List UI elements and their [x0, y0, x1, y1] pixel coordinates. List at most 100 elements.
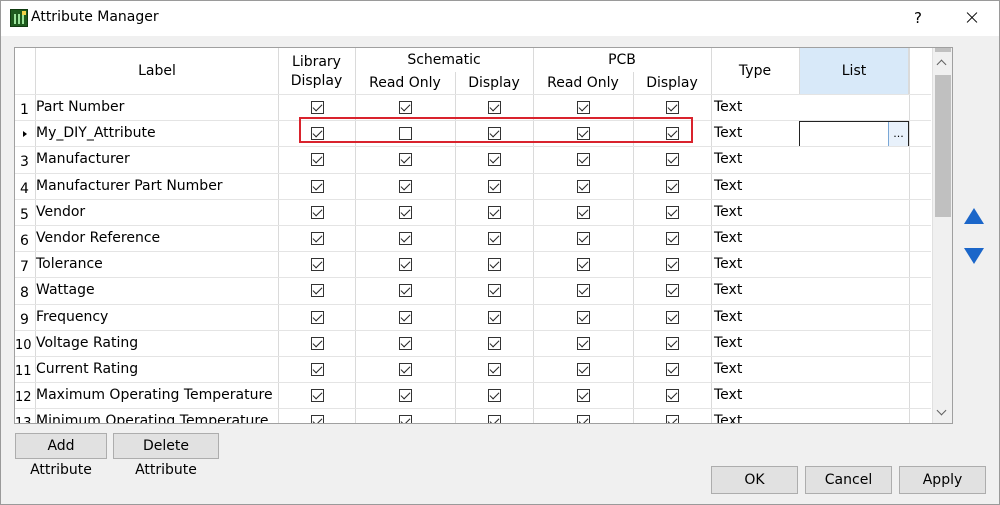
apply-button[interactable]: Apply [899, 466, 986, 494]
pcb-display-checkbox[interactable] [666, 101, 679, 114]
schematic-display-checkbox[interactable] [488, 205, 501, 219]
pcb-read-only-checkbox[interactable] [577, 179, 590, 193]
library-display-checkbox[interactable] [311, 258, 324, 272]
table-row[interactable]: 3 Manufacturer Text [15, 146, 931, 172]
move-down-arrow-icon[interactable] [961, 244, 987, 270]
schematic-read-only-checkbox[interactable] [399, 284, 412, 298]
pcb-display-checkbox[interactable] [666, 336, 679, 350]
library-display-checkbox[interactable] [311, 205, 324, 219]
schematic-display-checkbox[interactable] [488, 232, 501, 245]
schematic-read-only-checkbox[interactable] [399, 310, 412, 324]
schematic-read-only-checkbox[interactable] [399, 258, 412, 272]
schematic-display-checkbox[interactable] [488, 101, 501, 114]
move-up-arrow-icon[interactable] [961, 204, 987, 230]
pcb-display-checkbox[interactable] [666, 415, 679, 423]
pcb-display-checkbox[interactable] [666, 232, 679, 245]
pcb-display-checkbox[interactable] [666, 284, 679, 298]
header-pcb-read-only[interactable]: Read Only [533, 75, 633, 91]
pcb-read-only-checkbox[interactable] [577, 389, 590, 403]
library-display-checkbox[interactable] [311, 153, 324, 167]
attribute-label[interactable]: Part Number [36, 95, 124, 121]
attribute-label[interactable]: Voltage Rating [36, 331, 138, 357]
schematic-read-only-checkbox[interactable] [399, 232, 412, 245]
attribute-label[interactable]: Vendor Reference [36, 226, 160, 252]
schematic-read-only-checkbox[interactable] [399, 415, 412, 423]
header-label[interactable]: Label [36, 63, 278, 79]
attribute-type[interactable]: Text [714, 226, 742, 252]
cancel-button[interactable]: Cancel [805, 466, 892, 494]
schematic-read-only-checkbox[interactable] [399, 179, 412, 193]
library-display-checkbox[interactable] [311, 389, 324, 403]
pcb-read-only-checkbox[interactable] [577, 336, 590, 350]
schematic-display-checkbox[interactable] [488, 127, 501, 141]
pcb-read-only-checkbox[interactable] [577, 101, 590, 114]
table-row[interactable]: 11 Current Rating Text [15, 356, 931, 382]
schematic-display-checkbox[interactable] [488, 389, 501, 403]
pcb-display-checkbox[interactable] [666, 389, 679, 403]
schematic-read-only-checkbox[interactable] [399, 205, 412, 219]
pcb-read-only-checkbox[interactable] [577, 127, 590, 141]
attribute-type[interactable]: Text [714, 121, 742, 147]
pcb-display-checkbox[interactable] [666, 310, 679, 324]
table-row[interactable]: 13 Minimum Operating Temperature Text [15, 408, 931, 423]
library-display-checkbox[interactable] [311, 179, 324, 193]
pcb-display-checkbox[interactable] [666, 205, 679, 219]
header-list[interactable]: List [799, 48, 909, 94]
pcb-display-checkbox[interactable] [666, 127, 679, 141]
vertical-scrollbar[interactable] [932, 48, 952, 423]
header-library-display-line2[interactable]: Display [278, 73, 355, 89]
table-row[interactable]: My_DIY_Attribute Text... [15, 120, 931, 148]
schematic-display-checkbox[interactable] [488, 363, 501, 376]
table-row[interactable]: 10 Voltage Rating Text [15, 329, 931, 357]
attribute-label[interactable]: Tolerance [36, 252, 103, 278]
schematic-display-checkbox[interactable] [488, 310, 501, 324]
schematic-display-checkbox[interactable] [488, 153, 501, 167]
close-icon[interactable] [951, 4, 993, 32]
library-display-checkbox[interactable] [311, 284, 324, 298]
scrollbar-thumb[interactable] [935, 75, 951, 217]
table-row[interactable]: 8 Wattage Text [15, 277, 931, 303]
attribute-type[interactable]: Text [714, 252, 742, 278]
attribute-label[interactable]: Maximum Operating Temperature [36, 383, 273, 409]
ok-button[interactable]: OK [711, 466, 798, 494]
list-browse-button[interactable]: ... [888, 122, 908, 147]
delete-attribute-button[interactable]: Delete Attribute [113, 433, 219, 478]
scroll-down-icon[interactable] [933, 406, 952, 422]
pcb-read-only-checkbox[interactable] [577, 153, 590, 167]
attribute-label[interactable]: Current Rating [36, 357, 138, 383]
header-schematic-display[interactable]: Display [455, 75, 533, 91]
pcb-read-only-checkbox[interactable] [577, 415, 590, 423]
pcb-read-only-checkbox[interactable] [577, 363, 590, 376]
attribute-type[interactable]: Text [714, 409, 742, 423]
schematic-display-checkbox[interactable] [488, 258, 501, 272]
schematic-read-only-checkbox[interactable] [399, 336, 412, 350]
attribute-type[interactable]: Text [714, 147, 742, 173]
table-row[interactable]: 12 Maximum Operating Temperature Text [15, 382, 931, 408]
schematic-read-only-checkbox[interactable] [399, 101, 412, 114]
pcb-display-checkbox[interactable] [666, 179, 679, 193]
help-button[interactable]: ? [901, 4, 935, 32]
schematic-read-only-checkbox[interactable] [399, 363, 412, 376]
attribute-type[interactable]: Text [714, 305, 742, 331]
table-row[interactable]: 5 Vendor Text [15, 198, 931, 226]
header-library-display-line1[interactable]: Library [278, 54, 355, 70]
table-row[interactable]: 6 Vendor Reference Text [15, 225, 931, 251]
scroll-up-icon[interactable] [933, 56, 952, 72]
attribute-type[interactable]: Text [714, 95, 742, 121]
schematic-display-checkbox[interactable] [488, 284, 501, 298]
pcb-display-checkbox[interactable] [666, 258, 679, 272]
attribute-type[interactable]: Text [714, 357, 742, 383]
table-row[interactable]: 7 Tolerance Text [15, 251, 931, 277]
attribute-type[interactable]: Text [714, 331, 742, 357]
attribute-label[interactable]: Wattage [36, 278, 95, 304]
pcb-read-only-checkbox[interactable] [577, 310, 590, 324]
schematic-display-checkbox[interactable] [488, 415, 501, 423]
library-display-checkbox[interactable] [311, 310, 324, 324]
list-value-editor[interactable]: ... [799, 121, 909, 148]
header-pcb-display[interactable]: Display [633, 75, 711, 91]
add-attribute-button[interactable]: Add Attribute [15, 433, 107, 478]
attribute-type[interactable]: Text [714, 200, 742, 226]
attribute-label[interactable]: Vendor [36, 200, 85, 226]
pcb-read-only-checkbox[interactable] [577, 205, 590, 219]
pcb-read-only-checkbox[interactable] [577, 232, 590, 245]
